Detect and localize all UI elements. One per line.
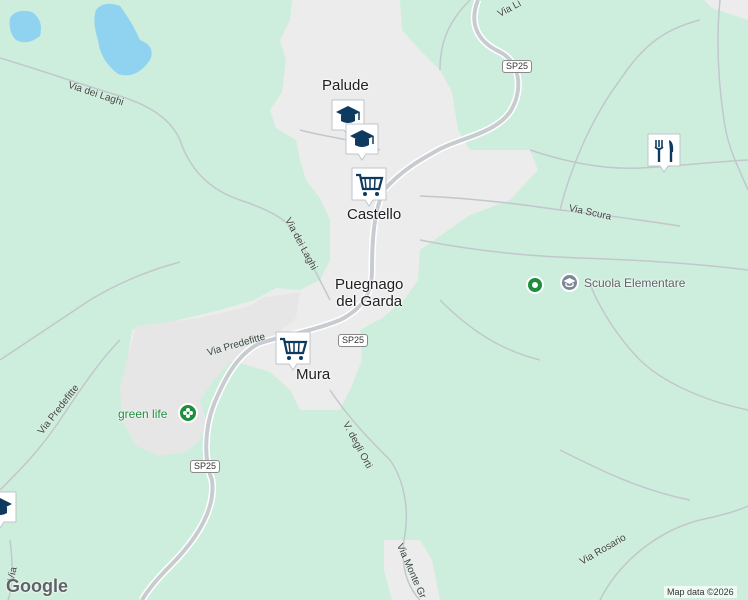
school-marker[interactable] [344,122,379,162]
map-attribution: Map data ©2026 [664,586,737,598]
road-shield-sp25: SP25 [338,334,369,347]
lake-small [9,10,41,43]
school-poi-icon[interactable] [560,273,579,292]
road-shield-sp25: SP25 [190,460,221,473]
restaurant-icon [647,133,681,173]
shopping-cart-marker[interactable] [274,330,311,371]
urban-area-northeast [704,0,748,20]
school-marker[interactable] [0,490,17,530]
road-shield-sp25: SP25 [502,60,533,73]
restaurant-marker[interactable] [646,132,681,173]
shopping-cart-marker[interactable] [350,166,387,207]
shopping-cart-icon [351,167,387,207]
google-logo: Google [6,576,68,596]
poi-label-green-life[interactable]: green life [118,407,167,421]
park-poi-icon[interactable] [526,276,544,294]
shopping-cart-icon [275,331,311,371]
map-canvas[interactable]: Palude Castello Puegnago del Garda Mura … [0,0,748,600]
school-icon [0,491,17,529]
school-icon [345,123,379,161]
place-label-puegnago: Puegnago del Garda [335,276,404,310]
flower-icon[interactable] [178,403,198,423]
place-label-castello: Castello [347,206,402,223]
lake-large [94,3,152,76]
place-label-palude: Palude [322,77,369,94]
poi-label-scuola-elementare[interactable]: Scuola Elementare [584,276,685,290]
